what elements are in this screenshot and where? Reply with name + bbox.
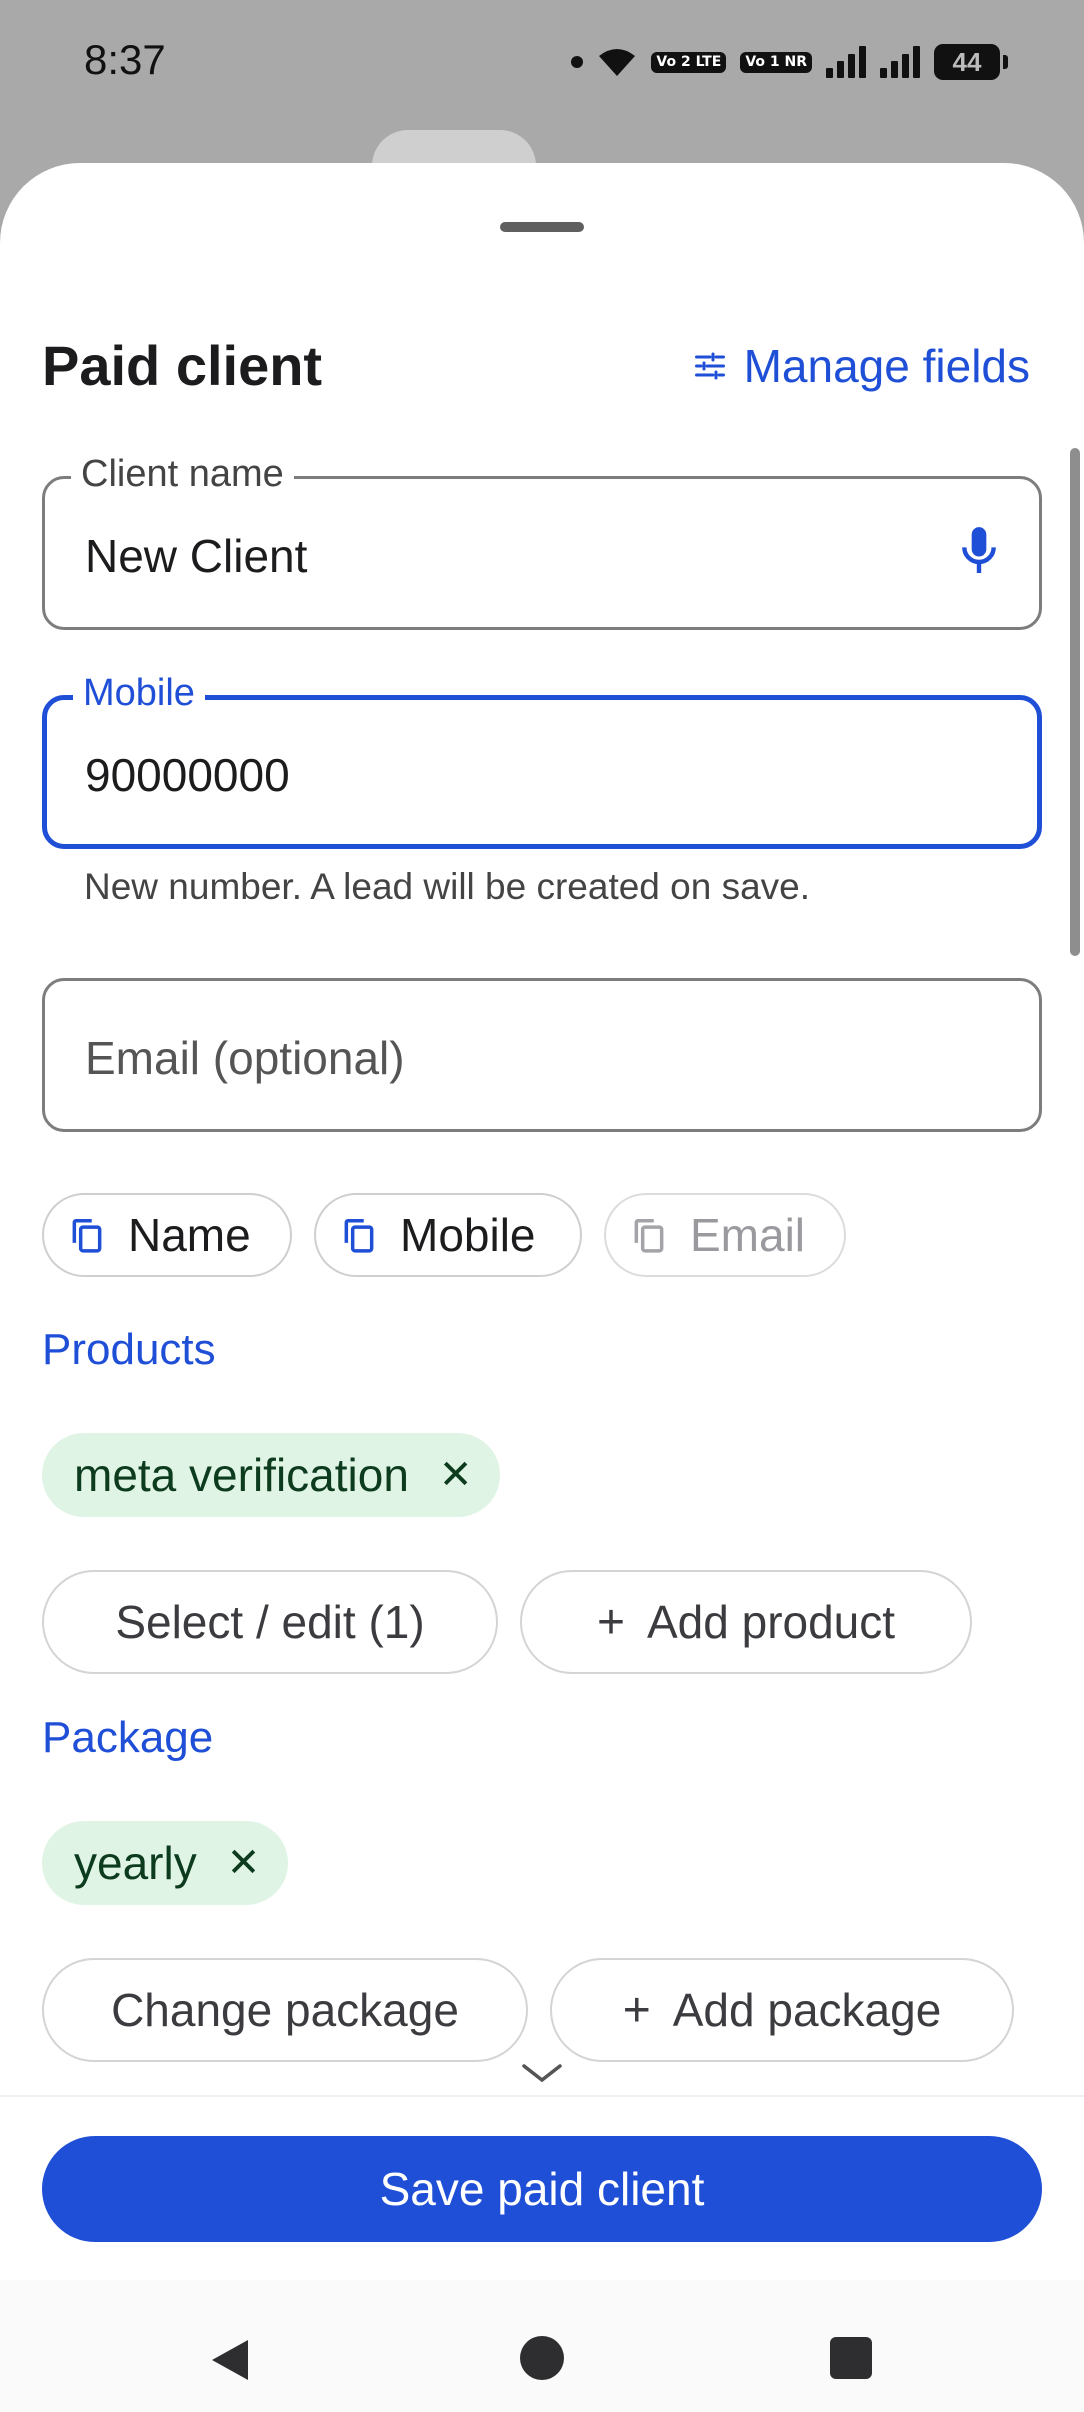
copy-icon	[634, 1219, 664, 1253]
sim1-badge-icon: Vo 2 LTE	[651, 51, 727, 73]
add-package-button[interactable]: + Add package	[550, 1958, 1014, 2062]
mobile-label: Mobile	[73, 672, 205, 715]
package-tag-label: yearly	[74, 1837, 197, 1889]
status-time: 8:37	[84, 36, 166, 83]
signal-2-icon	[880, 46, 920, 78]
copy-mobile-chip[interactable]: Mobile	[314, 1193, 582, 1277]
copy-email-label: Email	[690, 1209, 806, 1261]
change-package-button[interactable]: Change package	[42, 1958, 528, 2062]
status-bar: 8:37 Vo 2 LTE Vo 1 NR 44	[0, 0, 1084, 125]
client-name-label: Client name	[71, 453, 294, 496]
copy-email-chip[interactable]: Email	[604, 1193, 846, 1277]
mobile-field[interactable]: Mobile 90000000	[42, 672, 1042, 849]
copy-icon	[344, 1219, 374, 1253]
wifi-icon	[599, 49, 636, 76]
mic-icon[interactable]	[957, 523, 1001, 579]
drag-handle[interactable]	[500, 222, 584, 232]
email-placeholder: Email (optional)	[85, 1032, 405, 1084]
recent-apps-icon[interactable]	[830, 2337, 872, 2379]
client-name-field[interactable]: Client name New Client	[42, 453, 1042, 630]
mobile-helper-text: New number. A lead will be created on sa…	[84, 866, 811, 907]
copy-name-chip[interactable]: Name	[42, 1193, 292, 1277]
battery-icon: 44	[934, 44, 1008, 80]
change-package-label: Change package	[111, 1984, 459, 2036]
product-tag-label: meta verification	[74, 1449, 409, 1501]
back-icon[interactable]	[206, 2336, 254, 2384]
bottom-sheet: Paid client Manage fields Client name Ne…	[0, 163, 1084, 2412]
close-icon[interactable]: ✕	[227, 1840, 261, 1886]
signal-1-icon	[826, 46, 866, 78]
add-package-label: Add package	[672, 1984, 942, 2036]
home-icon[interactable]	[520, 2336, 564, 2380]
add-product-button[interactable]: + Add product	[520, 1570, 972, 1674]
product-tag: meta verification ✕	[42, 1433, 501, 1517]
copy-mobile-label: Mobile	[400, 1209, 536, 1261]
select-edit-label: Select / edit (1)	[115, 1596, 425, 1648]
manage-fields-button[interactable]: Manage fields	[692, 339, 1030, 393]
client-name-value: New Client	[85, 530, 308, 582]
scrollbar[interactable]	[1070, 448, 1080, 956]
manage-fields-label: Manage fields	[743, 340, 1030, 392]
copy-icon	[72, 1219, 102, 1253]
sim2-badge-icon: Vo 1 NR	[740, 51, 812, 73]
package-tag: yearly ✕	[42, 1821, 289, 1905]
notification-dot-icon	[571, 56, 584, 68]
mobile-value: 90000000	[85, 749, 290, 801]
save-paid-client-button[interactable]: Save paid client	[42, 2136, 1042, 2242]
products-heading: Products	[42, 1325, 216, 1374]
close-icon[interactable]: ✕	[439, 1452, 473, 1498]
status-icons: Vo 2 LTE Vo 1 NR 44	[571, 40, 1008, 84]
copy-name-label: Name	[128, 1209, 251, 1261]
chevron-down-icon[interactable]	[518, 2058, 566, 2088]
plus-icon: +	[622, 1983, 651, 2037]
email-field[interactable]: Email (optional)	[42, 978, 1042, 1132]
package-heading: Package	[42, 1713, 214, 1762]
select-edit-products-button[interactable]: Select / edit (1)	[42, 1570, 498, 1674]
plus-icon: +	[596, 1595, 625, 1649]
add-product-label: Add product	[646, 1596, 896, 1648]
tune-icon	[694, 352, 725, 380]
battery-level: 44	[952, 46, 982, 77]
sheet-title: Paid client	[42, 334, 323, 397]
